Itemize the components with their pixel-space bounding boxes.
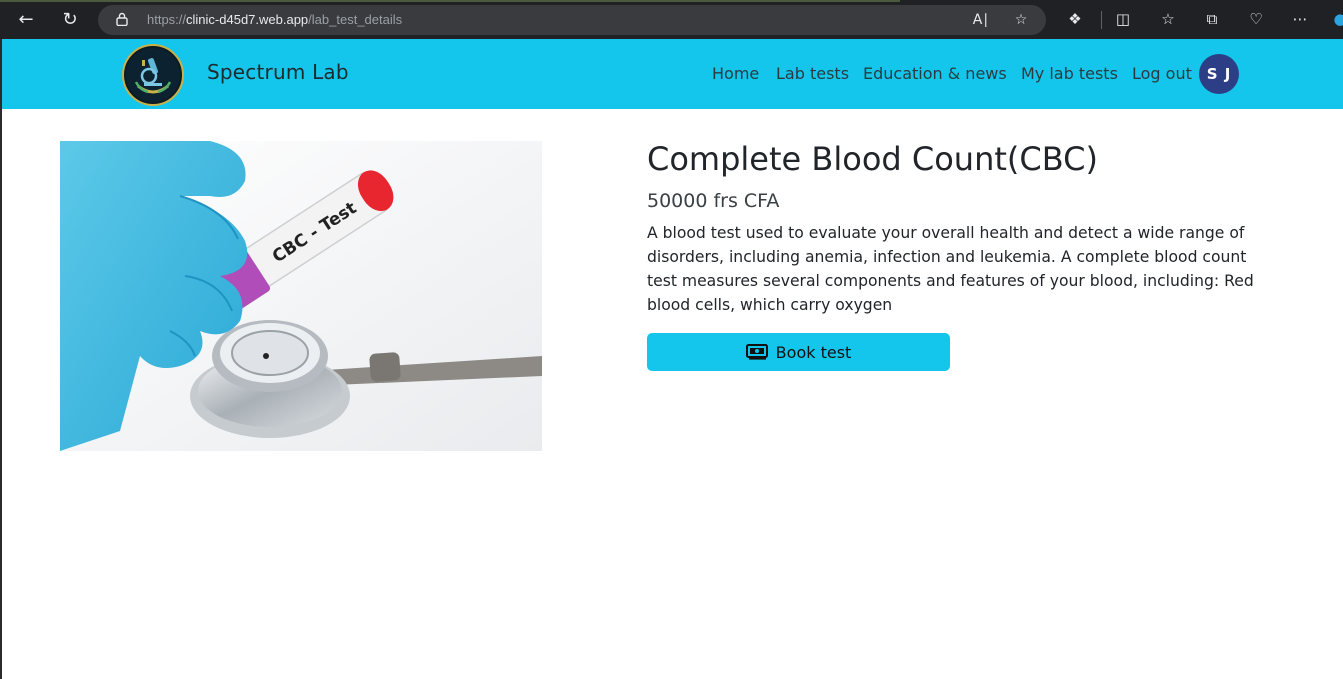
refresh-icon[interactable]: ↻ [58,8,82,32]
extensions-icon[interactable]: ❖ [1065,9,1085,29]
copilot-icon[interactable]: ● [1330,9,1343,29]
book-test-button[interactable]: Book test [647,333,950,371]
split-screen-icon[interactable]: ◫ [1113,9,1133,29]
tab-strip-edge [0,0,900,2]
microscope-logo-icon [126,48,180,102]
spectrum-lab-logo[interactable] [122,44,184,106]
nav-education-news[interactable]: Education & news [863,64,1007,83]
url-text[interactable]: https://clinic-d45d7.web.app/lab_test_de… [147,12,402,28]
favorite-star-icon[interactable]: ☆ [1012,11,1030,29]
cbc-test-illustration: CBC - Test [60,141,542,451]
address-bar[interactable]: https://clinic-d45d7.web.app/lab_test_de… [98,5,1046,35]
toolbar-divider [1101,11,1102,29]
browser-toolbar: ← ↻ https://clinic-d45d7.web.app/lab_tes… [0,0,1343,39]
nav-my-lab-tests[interactable]: My lab tests [1021,64,1118,83]
book-test-label: Book test [775,342,852,362]
test-image: CBC - Test [60,141,542,451]
cash-icon [745,344,768,360]
nav-log-out[interactable]: Log out [1132,64,1192,83]
more-options-icon[interactable]: ⋯ [1290,9,1310,29]
test-price: 50000 frs CFA [647,190,780,212]
back-icon[interactable]: ← [14,8,38,32]
brand-name[interactable]: Spectrum Lab [207,60,349,84]
nav-home[interactable]: Home [712,64,759,83]
user-avatar[interactable]: S J [1199,54,1239,94]
test-description: A blood test used to evaluate your overa… [647,224,1254,314]
collections-icon[interactable]: ⧉ [1202,9,1222,29]
window-edge [0,39,2,679]
favorites-icon[interactable]: ☆ [1158,9,1178,29]
read-aloud-icon[interactable]: A∣ [972,11,990,29]
test-title: Complete Blood Count(CBC) [647,140,1098,178]
nav-lab-tests[interactable]: Lab tests [776,64,849,83]
browser-essentials-icon[interactable]: ♡ [1246,9,1266,29]
lock-icon [116,12,128,26]
